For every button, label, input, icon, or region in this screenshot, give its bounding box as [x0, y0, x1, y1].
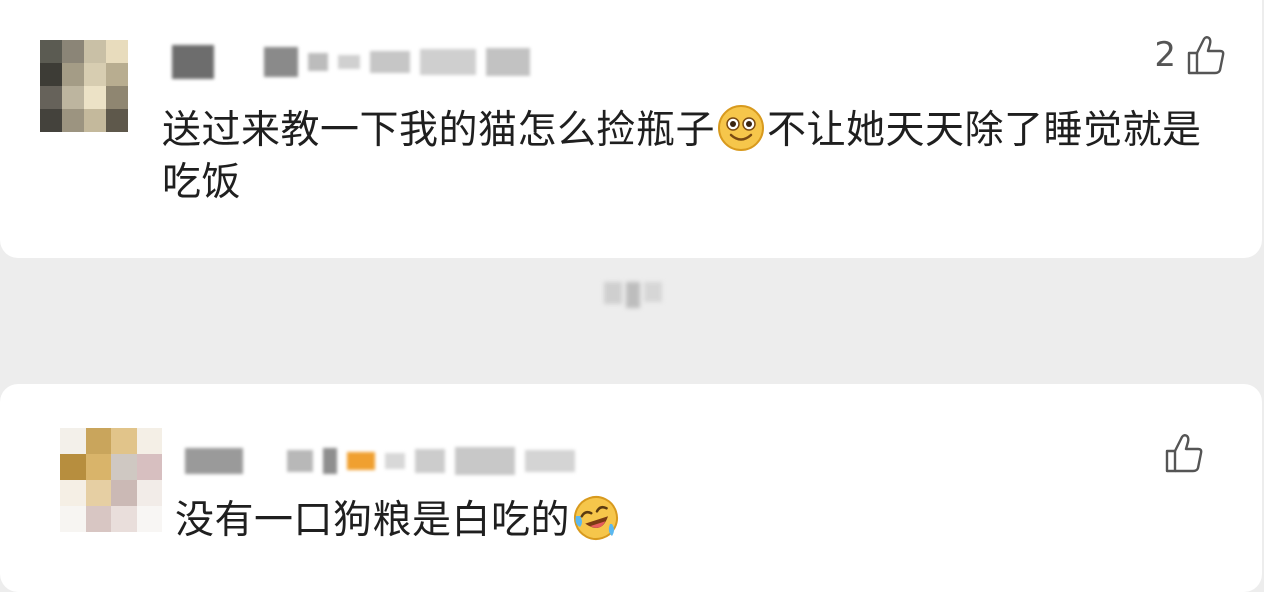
like-button[interactable]: 2 — [1154, 34, 1226, 76]
user-avatar[interactable] — [40, 40, 128, 132]
thumbs-up-icon — [1165, 434, 1203, 473]
thumbs-up-icon — [1187, 36, 1225, 75]
comment-text: 没有一口狗粮是白吃的 — [175, 494, 1075, 547]
user-avatar[interactable] — [60, 428, 162, 532]
redacted-separator — [604, 282, 662, 308]
comment-text-part: 送过来教一下我的猫怎么捡瓶子 — [162, 108, 716, 153]
laugh-cry-emoji-icon — [574, 496, 619, 540]
username-redacted[interactable] — [172, 44, 530, 80]
comment-text: 送过来教一下我的猫怎么捡瓶子 不让她天天除了睡觉就是吃饭 — [162, 104, 1222, 209]
comment-text-part: 没有一口狗粮是白吃的 — [175, 498, 571, 543]
comment-card[interactable]: 没有一口狗粮是白吃的 — [0, 384, 1262, 592]
comment-card[interactable]: 送过来教一下我的猫怎么捡瓶子 不让她天天除了睡觉就是吃饭 2 — [0, 0, 1262, 258]
smile-emoji-icon — [718, 105, 765, 151]
like-count: 2 — [1154, 35, 1176, 75]
username-redacted[interactable] — [185, 444, 575, 478]
like-button[interactable] — [1154, 432, 1204, 474]
